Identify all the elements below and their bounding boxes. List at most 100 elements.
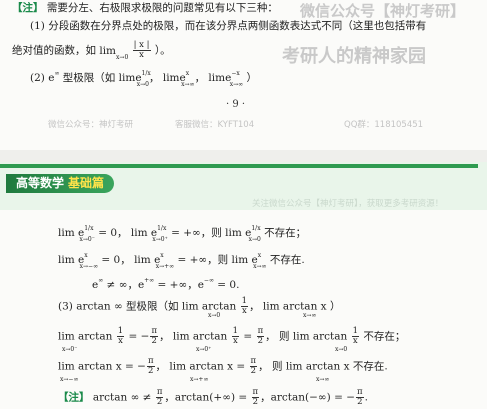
equation-line-3: e∞ ≠ ∞，e+∞ = +∞，e−∞ = 0. (92, 274, 239, 292)
lim-expr: lim arctan (172, 330, 228, 343)
lim-subscript: x→+∞ (190, 376, 209, 383)
lim-expr: 则 lim arctan (279, 330, 348, 343)
note-tag: 【注】 (12, 2, 44, 14)
item2-label: (2) e (30, 72, 55, 84)
note-text: ，arctan(−∞) = − (260, 391, 356, 404)
lim-value: = 0， (98, 254, 131, 266)
lim-sup: 1/x (141, 70, 151, 77)
page-divider (0, 150, 487, 162)
fraction-denominator: x (352, 336, 358, 346)
page-number: · 9 · (226, 99, 246, 110)
top-note: 【注】 需要分左、右极限求极限的问题常见有以下三种： (12, 1, 278, 15)
fraction: π2 (249, 357, 258, 376)
item1-line2: 绝对值的函数，如 limx→0 | x | x ）。 (12, 41, 171, 65)
lim-expr: 则 lim arctan x 不存在. (271, 360, 388, 373)
fraction-denominator: 2 (151, 336, 157, 346)
lim-word: lim (118, 72, 136, 84)
header-watermark: 关注微信公众号【神灯考研】，获取更多考研资源！ (252, 199, 444, 209)
fraction: π2 (356, 388, 364, 407)
fraction: 1x (116, 327, 125, 346)
lim-sup: x (185, 70, 190, 77)
fraction: π2 (155, 388, 164, 407)
fraction: 1x (240, 297, 249, 316)
lim-subscript: x→0 (335, 346, 348, 353)
fraction: | x | x (132, 41, 151, 60)
lim-expr: lim arctan x (262, 300, 327, 313)
fraction-denominator: 2 (252, 397, 259, 407)
lim-expr: lim arctan (58, 330, 113, 343)
item3-line: (3) arctan ∞ 型极限（如 lim arctan 1 x， lim ar… (58, 297, 341, 320)
fraction-denominator: 2 (257, 336, 264, 346)
fraction: 1x (231, 327, 240, 346)
fraction-denominator: 2 (156, 397, 163, 407)
exp-text: = 0. (213, 279, 240, 291)
item2-text-end: ） (246, 72, 258, 84)
lim-word: lim (99, 44, 117, 57)
lim-subscript: x→∞ (303, 312, 317, 319)
lim-subscript: x→∞ (253, 263, 267, 270)
lim-subscript: x→∞ (316, 376, 330, 383)
fraction: π2 (256, 327, 265, 346)
lim-subscript: x→−∞ (60, 376, 79, 383)
equation-line-2: lim exx→−∞ = 0， lim exx→+∞ = +∞，则 lim ex… (58, 249, 305, 274)
lim-subscript: x→∞ (181, 81, 195, 88)
equation-line-4: lim arctan 1x = − π 2， lim arctan 1x = π 2，… (58, 327, 406, 354)
fraction-denominator: 2 (357, 397, 363, 407)
item1-line1: (1) 分段函数在分界点处的极限，而在该分界点两侧函数表达式不同（这里也包括带有 (30, 20, 427, 32)
lim-word: lim (162, 72, 180, 84)
fraction: π2 (150, 327, 159, 346)
fraction-denominator: x (241, 306, 247, 316)
note-text: ，arctan(+∞) = (164, 391, 251, 404)
fraction-denominator: 2 (148, 366, 154, 376)
footer-watermark-2: 客服微信：KYFT104 (175, 120, 255, 130)
header-bar (0, 164, 478, 168)
lim-subscript: x→0 (208, 312, 221, 319)
lim-subscript: x→0⁺ (152, 236, 168, 243)
watermark-slogan: 考研人的精神家园 (282, 46, 426, 67)
lim-subscript: x→∞ (229, 81, 244, 88)
top-note-text: 需要分左、右极限求极限的问题常见有以下三种： (46, 2, 278, 14)
lim-value: = +∞，则 (174, 254, 229, 266)
lim-subscript: x→0⁻ (62, 346, 78, 353)
lim-abs-x: limx→0 | x | x (99, 41, 155, 61)
note-tag: 【注】 (58, 391, 90, 404)
fraction-denominator: 2 (250, 366, 257, 376)
bottom-note: 【注】 arctan ∞ ≠ π 2 ，arctan(+∞) = π 2 ，arctan… (58, 388, 368, 407)
footer-watermark-3: QQ群：118105451 (344, 120, 424, 130)
lim-subscript: x→0 (248, 236, 261, 243)
watermark-top-right: 微信公众号【神灯考研】 (300, 2, 466, 20)
item2-sup: ∞ (54, 70, 60, 77)
fraction: 1x (351, 327, 360, 346)
lim-subscript: x→+∞ (155, 263, 175, 270)
lim-expr: lim arctan x = − (58, 360, 146, 373)
header-title: 高等数学 (16, 176, 65, 190)
exp-text: ≠ ∞，e (103, 279, 145, 291)
section-header: 高等数学 基础篇 (6, 174, 115, 193)
fraction: π2 (146, 357, 155, 376)
item2-text: 型极限（如 (62, 72, 116, 84)
lim-subscript: x→0 (116, 53, 129, 61)
exp-sup: −∞ (203, 277, 214, 284)
lim-value: 不存在. (266, 254, 305, 266)
item1-text-end: ）。 (154, 44, 171, 57)
lim-sup: x (84, 252, 88, 259)
fraction: π2 (251, 388, 260, 407)
item1-text: 绝对值的函数，如 (12, 44, 96, 57)
lim-subscript: x→0⁺ (196, 346, 212, 353)
header-subtitle: 基础篇 (68, 176, 105, 190)
lim-expr: lim arctan x = (169, 360, 249, 373)
note-text: arctan ∞ ≠ (92, 391, 155, 404)
equation-line-5: lim arctan x = − π 2， lim arctan x = π 2， 则… (58, 357, 388, 384)
lim-sup: x (160, 252, 164, 259)
lim-value: = 0， (94, 227, 128, 239)
lim-value: 不存在； (260, 227, 307, 239)
exp-text: = +∞，e (154, 279, 204, 291)
lim-subscript: x→0⁻ (79, 236, 95, 243)
lim-value: 不存在； (360, 330, 406, 343)
item3-end: ） (329, 300, 341, 313)
lim-sup: x (257, 252, 262, 259)
fraction-denominator: x (118, 336, 123, 346)
equals: = − (125, 330, 150, 343)
lim-sup: 1/x (157, 225, 167, 232)
item3-label: (3) arctan ∞ 型极限（如 (58, 300, 179, 313)
